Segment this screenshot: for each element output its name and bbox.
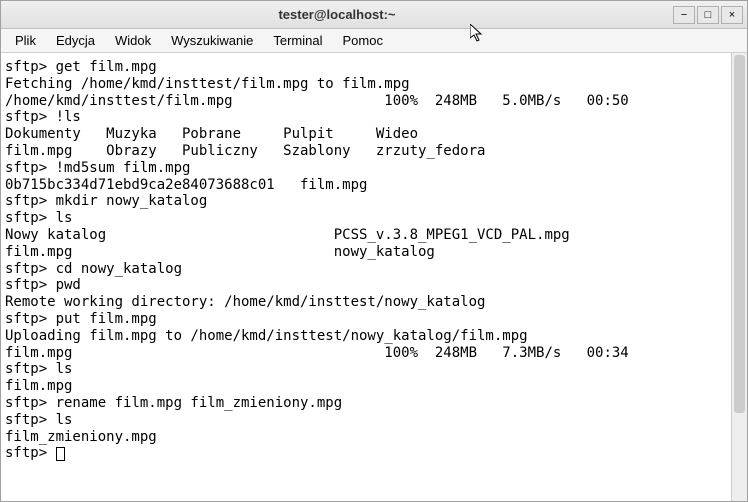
terminal-line: Dokumenty Muzyka Pobrane Pulpit Wideo xyxy=(5,126,727,143)
terminal-line: film.mpg 100% 248MB 7.3MB/s 00:34 xyxy=(5,345,727,362)
menu-search[interactable]: Wyszukiwanie xyxy=(161,30,263,51)
terminal-line: sftp> cd nowy_katalog xyxy=(5,261,727,278)
terminal-line: Nowy katalog PCSS_v.3.8_MPEG1_VCD_PAL.mp… xyxy=(5,227,727,244)
window-controls: − □ × xyxy=(673,6,747,24)
terminal-line: sftp> !ls xyxy=(5,109,727,126)
terminal-content[interactable]: sftp> get film.mpgFetching /home/kmd/ins… xyxy=(1,53,731,501)
terminal-area: sftp> get film.mpgFetching /home/kmd/ins… xyxy=(1,53,747,501)
menu-help[interactable]: Pomoc xyxy=(332,30,392,51)
scroll-thumb[interactable] xyxy=(734,55,745,413)
menu-view[interactable]: Widok xyxy=(105,30,161,51)
terminal-line: /home/kmd/insttest/film.mpg 100% 248MB 5… xyxy=(5,93,727,110)
terminal-line: sftp> !md5sum film.mpg xyxy=(5,160,727,177)
terminal-line: sftp> put film.mpg xyxy=(5,311,727,328)
terminal-line: Uploading film.mpg to /home/kmd/insttest… xyxy=(5,328,727,345)
terminal-line: film.mpg nowy_katalog xyxy=(5,244,727,261)
terminal-line: film.mpg Obrazy Publiczny Szablony zrzut… xyxy=(5,143,727,160)
menubar: Plik Edycja Widok Wyszukiwanie Terminal … xyxy=(1,29,747,53)
titlebar[interactable]: tester@localhost:~ − □ × xyxy=(1,1,747,29)
terminal-cursor xyxy=(56,447,65,461)
terminal-line: sftp> ls xyxy=(5,412,727,429)
close-button[interactable]: × xyxy=(721,6,743,24)
terminal-line: sftp> mkdir nowy_katalog xyxy=(5,193,727,210)
terminal-line: sftp> rename film.mpg film_zmieniony.mpg xyxy=(5,395,727,412)
maximize-button[interactable]: □ xyxy=(697,6,719,24)
terminal-line: Fetching /home/kmd/insttest/film.mpg to … xyxy=(5,76,727,93)
terminal-window: tester@localhost:~ − □ × Plik Edycja Wid… xyxy=(0,0,748,502)
terminal-line: film_zmieniony.mpg xyxy=(5,429,727,446)
window-title: tester@localhost:~ xyxy=(1,7,673,22)
menu-terminal[interactable]: Terminal xyxy=(263,30,332,51)
terminal-line: sftp> get film.mpg xyxy=(5,59,727,76)
terminal-line: sftp> pwd xyxy=(5,277,727,294)
terminal-line: sftp> ls xyxy=(5,361,727,378)
terminal-line: Remote working directory: /home/kmd/inst… xyxy=(5,294,727,311)
terminal-prompt-line: sftp> xyxy=(5,445,727,462)
menu-file[interactable]: Plik xyxy=(5,30,46,51)
minimize-button[interactable]: − xyxy=(673,6,695,24)
scrollbar[interactable] xyxy=(731,53,747,501)
terminal-line: 0b715bc334d71ebd9ca2e84073688c01 film.mp… xyxy=(5,177,727,194)
terminal-line: sftp> ls xyxy=(5,210,727,227)
menu-edit[interactable]: Edycja xyxy=(46,30,105,51)
terminal-line: film.mpg xyxy=(5,378,727,395)
